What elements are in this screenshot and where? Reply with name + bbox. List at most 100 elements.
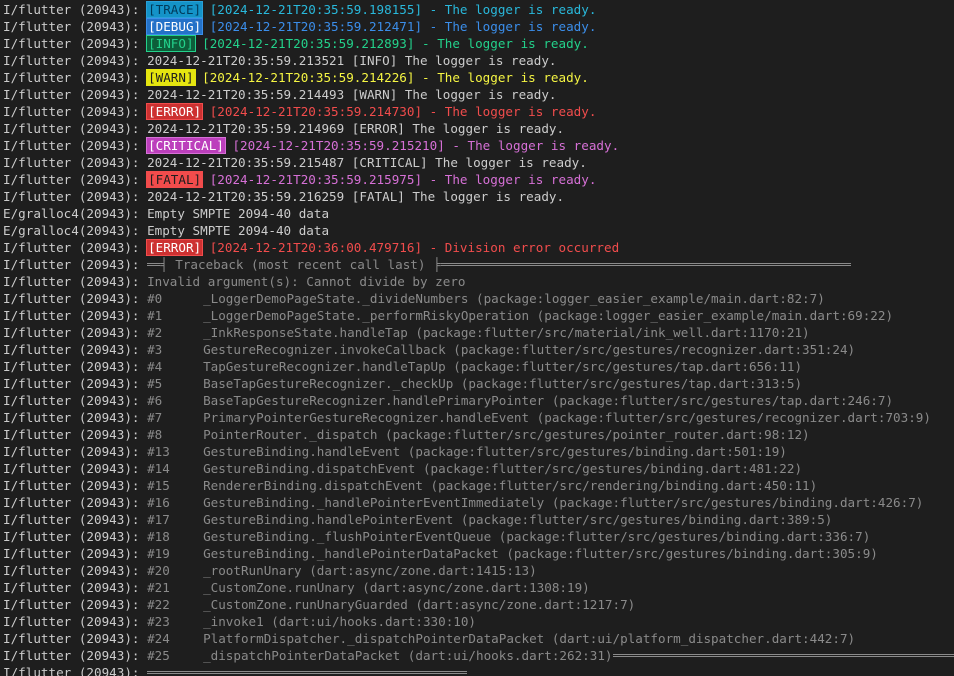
log-line: I/flutter (20943): [ERROR] [2024-12-21T2… (0, 103, 954, 120)
log-prefix: I/flutter (20943): (3, 546, 148, 561)
log-prefix: E/gralloc4(20943): (3, 206, 148, 221)
frame-location: _dispatchPointerDataPacket (dart:ui/hook… (203, 648, 613, 663)
stack-frame-line: I/flutter (20943): #23 _invoke1 (dart:ui/… (0, 613, 954, 630)
frame-location: BaseTapGestureRecognizer.handlePrimaryPo… (203, 393, 894, 408)
log-prefix: I/flutter (20943): (3, 597, 148, 612)
frame-number: #14 (147, 461, 170, 476)
stack-frame-line: I/flutter (20943): #4 TapGestureRecognize… (0, 358, 954, 375)
traceback-title: Traceback (most recent call last) (167, 257, 434, 272)
log-prefix: I/flutter (20943): (3, 325, 148, 340)
log-prefix: I/flutter (20943): (3, 410, 148, 425)
log-message: [2024-12-21T20:35:59.212471] - The logge… (202, 19, 597, 34)
debug-console-output: I/flutter (20943): [TRACE] [2024-12-21T2… (0, 0, 954, 676)
log-line: I/flutter (20943): [WARN] [2024-12-21T20… (0, 69, 954, 86)
log-prefix: I/flutter (20943): (3, 478, 148, 493)
log-line: I/flutter (20943): [CRITICAL] [2024-12-2… (0, 137, 954, 154)
level-badge: [INFO] (146, 35, 196, 52)
stack-frame-line: I/flutter (20943): #1 _LoggerDemoPageStat… (0, 307, 954, 324)
log-message: [2024-12-21T20:35:59.212893] - The logge… (194, 36, 589, 51)
stack-frame-line: I/flutter (20943): #15 RendererBinding.di… (0, 477, 954, 494)
frame-number: #25 (147, 648, 170, 663)
log-message: 2024-12-21T20:35:59.213521 [INFO] The lo… (147, 53, 557, 68)
frame-location: _rootRunUnary (dart:async/zone.dart:1415… (203, 563, 537, 578)
log-prefix: I/flutter (20943): (3, 189, 148, 204)
frame-number: #4 (147, 359, 163, 374)
log-prefix: I/flutter (20943): (3, 121, 148, 136)
frame-location: GestureBinding._handlePointerDataPacket … (203, 546, 878, 561)
stack-frame-line: I/flutter (20943): #5 BaseTapGestureRecog… (0, 375, 954, 392)
stack-frame-line: I/flutter (20943): #21 _CustomZone.runUna… (0, 579, 954, 596)
frame-number: #20 (147, 563, 170, 578)
stack-frame-line: I/flutter (20943): #16 GestureBinding._ha… (0, 494, 954, 511)
stack-frame-line: I/flutter (20943): #22 _CustomZone.runUna… (0, 596, 954, 613)
level-badge: [WARN] (146, 69, 196, 86)
log-prefix: I/flutter (20943): (3, 563, 148, 578)
frame-location: GestureBinding._handlePointerEventImmedi… (203, 495, 924, 510)
stack-frame-line: I/flutter (20943): #13 GestureBinding.han… (0, 443, 954, 460)
log-prefix: I/flutter (20943): (3, 427, 148, 442)
log-line: I/flutter (20943): [DEBUG] [2024-12-21T2… (0, 18, 954, 35)
error-message: Invalid argument(s): Cannot divide by ze… (147, 274, 466, 289)
log-line: E/gralloc4(20943): Empty SMPTE 2094-40 d… (0, 222, 954, 239)
frame-number: #19 (147, 546, 170, 561)
traceback-rule-end (612, 654, 954, 657)
log-prefix: I/flutter (20943): (3, 274, 148, 289)
frame-location: RendererBinding.dispatchEvent (package:f… (203, 478, 818, 493)
frame-location: GestureBinding.handlePointerEvent (packa… (203, 512, 833, 527)
log-prefix: E/gralloc4(20943): (3, 223, 148, 238)
log-prefix: I/flutter (20943): (3, 138, 148, 153)
level-badge: [DEBUG] (146, 18, 204, 35)
stack-frame-line: I/flutter (20943): #18 GestureBinding._fl… (0, 528, 954, 545)
log-prefix: I/flutter (20943): (3, 665, 148, 676)
stack-frame-line: I/flutter (20943): #14 GestureBinding.dis… (0, 460, 954, 477)
stack-frame-line: I/flutter (20943): #0 _LoggerDemoPageStat… (0, 290, 954, 307)
log-message: 2024-12-21T20:35:59.216259 [FATAL] The l… (147, 189, 565, 204)
frame-number: #13 (147, 444, 170, 459)
frame-location: BaseTapGestureRecognizer._checkUp (packa… (203, 376, 803, 391)
traceback-header-line: I/flutter (20943): ╡ Traceback (most rec… (0, 256, 954, 273)
stack-frame-line: I/flutter (20943): #25 _dispatchPointerDa… (0, 647, 954, 664)
log-prefix: I/flutter (20943): (3, 19, 148, 34)
log-prefix: I/flutter (20943): (3, 291, 148, 306)
frame-number: #17 (147, 512, 170, 527)
frame-location: TapGestureRecognizer.handleTapUp (packag… (203, 359, 803, 374)
stack-frame-line: I/flutter (20943): #19 GestureBinding._ha… (0, 545, 954, 562)
level-badge: [ERROR] (146, 103, 204, 120)
log-prefix: I/flutter (20943): (3, 376, 148, 391)
frame-number: #7 (147, 410, 163, 425)
log-prefix: I/flutter (20943): (3, 580, 148, 595)
traceback-footer-line: I/flutter (20943): (0, 664, 954, 676)
frame-location: _LoggerDemoPageState._divideNumbers (pac… (203, 291, 825, 306)
log-prefix: I/flutter (20943): (3, 393, 148, 408)
level-badge: [FATAL] (146, 171, 204, 188)
frame-location: GestureBinding.dispatchEvent (package:fl… (203, 461, 803, 476)
traceback-rule-left (147, 263, 161, 266)
traceback-rule-right (440, 263, 851, 266)
error-message-line: I/flutter (20943): Invalid argument(s): … (0, 273, 954, 290)
frame-location: PlatformDispatcher._dispatchPointerDataP… (203, 631, 856, 646)
log-prefix: I/flutter (20943): (3, 257, 148, 272)
log-prefix: I/flutter (20943): (3, 70, 148, 85)
frame-location: _LoggerDemoPageState._performRiskyOperat… (203, 308, 894, 323)
log-prefix: I/flutter (20943): (3, 240, 148, 255)
stack-frame-line: I/flutter (20943): #24 PlatformDispatcher… (0, 630, 954, 647)
log-message: [2024-12-21T20:36:00.479716] - Division … (202, 240, 620, 255)
frame-number: #6 (147, 393, 163, 408)
frame-number: #8 (147, 427, 163, 442)
log-message: [2024-12-21T20:35:59.215210] - The logge… (224, 138, 620, 153)
level-badge: [CRITICAL] (146, 137, 226, 154)
traceback-rule-footer (147, 671, 468, 674)
log-prefix: I/flutter (20943): (3, 359, 148, 374)
log-message: Empty SMPTE 2094-40 data (147, 206, 330, 221)
log-prefix: I/flutter (20943): (3, 36, 148, 51)
rule-divider: ╡ (160, 257, 168, 272)
log-prefix: I/flutter (20943): (3, 461, 148, 476)
log-line: I/flutter (20943): [FATAL] [2024-12-21T2… (0, 171, 954, 188)
stack-frame-line: I/flutter (20943): #6 BaseTapGestureRecog… (0, 392, 954, 409)
frame-number: #18 (147, 529, 170, 544)
frame-number: #5 (147, 376, 163, 391)
log-prefix: I/flutter (20943): (3, 172, 148, 187)
log-prefix: I/flutter (20943): (3, 87, 148, 102)
log-line: E/gralloc4(20943): Empty SMPTE 2094-40 d… (0, 205, 954, 222)
log-prefix: I/flutter (20943): (3, 155, 148, 170)
